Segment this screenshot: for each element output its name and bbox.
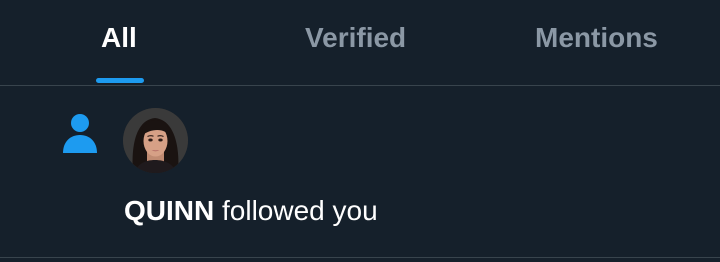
notification-text: QUINN followed you xyxy=(124,195,378,227)
person-icon xyxy=(63,114,97,153)
active-tab-indicator xyxy=(96,78,144,83)
notification-username[interactable]: QUINN xyxy=(124,195,214,226)
divider xyxy=(0,257,720,258)
tab-verified-label: Verified xyxy=(305,22,407,53)
notification-tabs: All Verified Mentions xyxy=(0,0,720,86)
notifications-screen: All Verified Mentions QUINN followed you xyxy=(0,0,720,262)
avatar[interactable] xyxy=(123,108,188,173)
follow-notification[interactable]: QUINN followed you xyxy=(0,87,720,257)
tab-verified[interactable]: Verified xyxy=(240,0,480,85)
tab-mentions[interactable]: Mentions xyxy=(480,0,720,85)
tab-all[interactable]: All xyxy=(0,0,240,85)
notification-action: followed you xyxy=(214,195,378,226)
avatar-image xyxy=(123,108,188,173)
tab-all-label: All xyxy=(101,22,137,53)
tab-mentions-label: Mentions xyxy=(535,22,658,53)
